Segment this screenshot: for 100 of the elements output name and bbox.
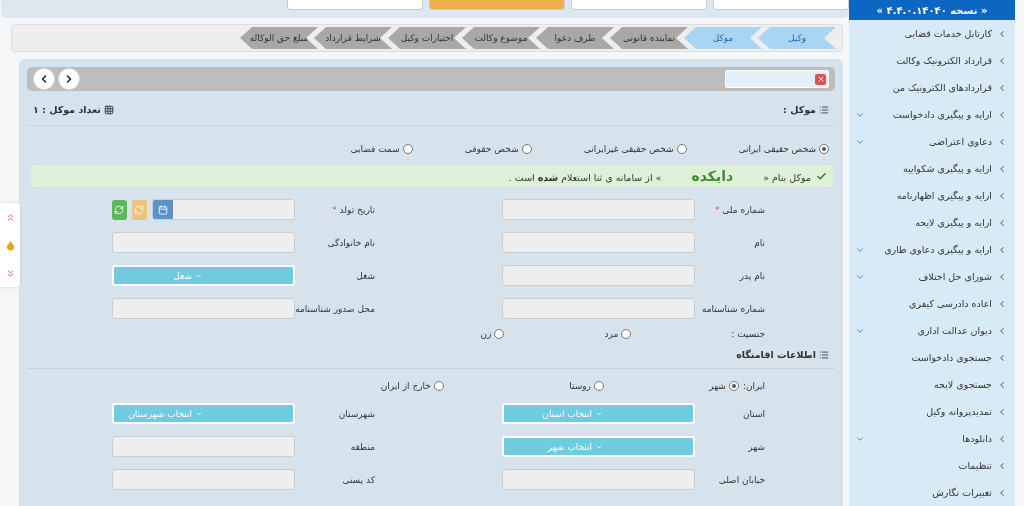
step-tab[interactable]: اختیارات وکیل [388,27,466,49]
toolbar-button[interactable] [287,0,423,10]
text-field[interactable] [502,232,695,253]
close-icon[interactable] [815,73,826,85]
text-field[interactable] [502,199,695,220]
menu-item[interactable]: جستجوی لایحه [849,371,1015,398]
radio-option[interactable]: مرد [604,329,632,339]
refresh-icon [114,204,125,215]
menu-item[interactable]: شورای حل اختلاف [849,263,1015,290]
menu-item[interactable]: ارایه و پیگیری شکواییه [849,155,1015,182]
list-icon [819,104,829,115]
radio-button[interactable] [819,144,829,154]
menu-item[interactable]: قراردادهای الکترونیک من [849,74,1015,101]
section-title: موکل : [783,104,816,115]
chevron-left-icon [997,109,1007,120]
chevron-left-icon [997,28,1007,39]
refresh-button[interactable] [112,199,127,220]
radio-button[interactable] [494,329,505,339]
text-field[interactable] [502,265,695,286]
step-tab[interactable]: وکیل [758,27,836,49]
text-field[interactable] [112,436,295,457]
field-label: نام [754,237,765,248]
menu-item[interactable]: دعاوی اعتراضی [849,128,1015,155]
radio-option[interactable]: شخص حقوقی [464,144,532,154]
radio-button[interactable] [402,144,413,154]
radio-option[interactable]: شخص حقیقی غیرایرانی [583,144,687,154]
text-field[interactable] [502,298,695,319]
chevron-left-icon [997,163,1007,174]
radio-option[interactable]: خارج از ایران [380,381,444,391]
chevron-left-icon [997,352,1007,363]
chevron-left-icon [997,271,1007,282]
radio-button[interactable] [621,329,632,339]
grid-icon [103,104,114,115]
text-field[interactable] [502,469,695,490]
field-label: تاریخ تولد [339,204,375,215]
previous-button[interactable] [33,68,55,90]
menu-item[interactable]: اعاده دادرسی کیفری [849,290,1015,317]
search-field[interactable] [725,70,829,88]
field-label: نام خانوادگی [327,237,375,248]
chevron-left-icon [997,406,1007,417]
chevron-left-icon [997,244,1007,255]
radio-option[interactable]: سمت قضایی [350,144,413,154]
radio-option[interactable]: روستا [443,381,604,391]
field-label: شماره ملی [722,204,765,215]
step-tab[interactable]: نماینده قانونی [610,27,688,49]
radio-button[interactable] [728,381,739,391]
chevron-left-icon [997,433,1007,444]
chevron-left-icon [997,55,1007,66]
radio-button[interactable] [433,381,444,391]
radio-option[interactable]: زن [480,329,505,339]
toolbar-button[interactable] [429,0,565,10]
field-label: ایران: [742,381,765,391]
alert-message: موکل بنام « دایکده » از سامانه ی ثنا استعلام شده است . [508,168,811,184]
date-field[interactable] [151,199,295,220]
menu-item[interactable]: دیوان عدالت اداری [849,317,1015,344]
text-field[interactable] [112,232,295,253]
step-tab[interactable]: موضوع وکالت [462,27,540,49]
client-count: تعداد موکل : ۱ [33,104,101,115]
list-icon [819,349,829,360]
step-tab[interactable]: طرف دعوا [536,27,614,49]
radio-option[interactable]: شهر [603,381,739,391]
menu-item[interactable]: ارایه و پیگیری دادخواست [849,101,1015,128]
next-button[interactable] [58,68,80,90]
text-field[interactable] [112,298,295,319]
chevron-left-icon [997,190,1007,201]
field-label: شهر [748,441,765,452]
menu-item[interactable]: کارتابل خدمات قضایی [849,20,1015,47]
text-field[interactable] [112,469,295,490]
radio-button[interactable] [593,381,604,391]
radio-button[interactable] [676,144,687,154]
field-label: کد پستی [342,474,375,485]
chevron-left-icon [997,487,1007,498]
toolbar-button[interactable] [713,0,849,10]
menu-item[interactable]: ارایه و پیگیری دعاوی طاری [849,236,1015,263]
radio-option[interactable]: شخص حقیقی ایرانی [738,144,829,154]
toolbar-button[interactable] [571,0,707,10]
refresh-button[interactable] [131,199,147,220]
step-tab[interactable]: شرایط قرارداد [314,27,392,49]
chevron-left-icon [997,379,1007,390]
chevron-left-icon [997,136,1007,147]
required-mark: * [332,204,338,215]
calendar-icon[interactable] [152,200,173,219]
menu-item[interactable]: ارایه و پیگیری اظهارنامه [849,182,1015,209]
step-tab[interactable]: موکل [684,27,762,49]
field-label: منطقه [350,441,375,452]
menu-item[interactable]: تنظیمات [849,452,1015,479]
drop-icon[interactable] [4,239,16,251]
refresh-icon [134,204,145,215]
menu-item[interactable]: دانلودها [849,425,1015,452]
radio-button[interactable] [521,144,532,154]
menu-item[interactable]: جستجوی دادخواست [849,344,1015,371]
step-tab[interactable]: مبلغ حق الوکاله [240,27,318,49]
menu-item[interactable]: قرارداد الکترونیک وکالت [849,47,1015,74]
chevron-left-icon [997,298,1007,309]
menu-item[interactable]: تمدیدپروانه وکیل [849,398,1015,425]
field-label: محل صدور شناسنامه [295,303,375,314]
menu-item[interactable]: تغییرات نگارش [849,479,1015,506]
field-label: شماره شناسنامه [701,303,765,314]
menu-item[interactable]: ارایه و پیگیری لایحه [849,209,1015,236]
field-label: نام پدر [739,270,765,281]
